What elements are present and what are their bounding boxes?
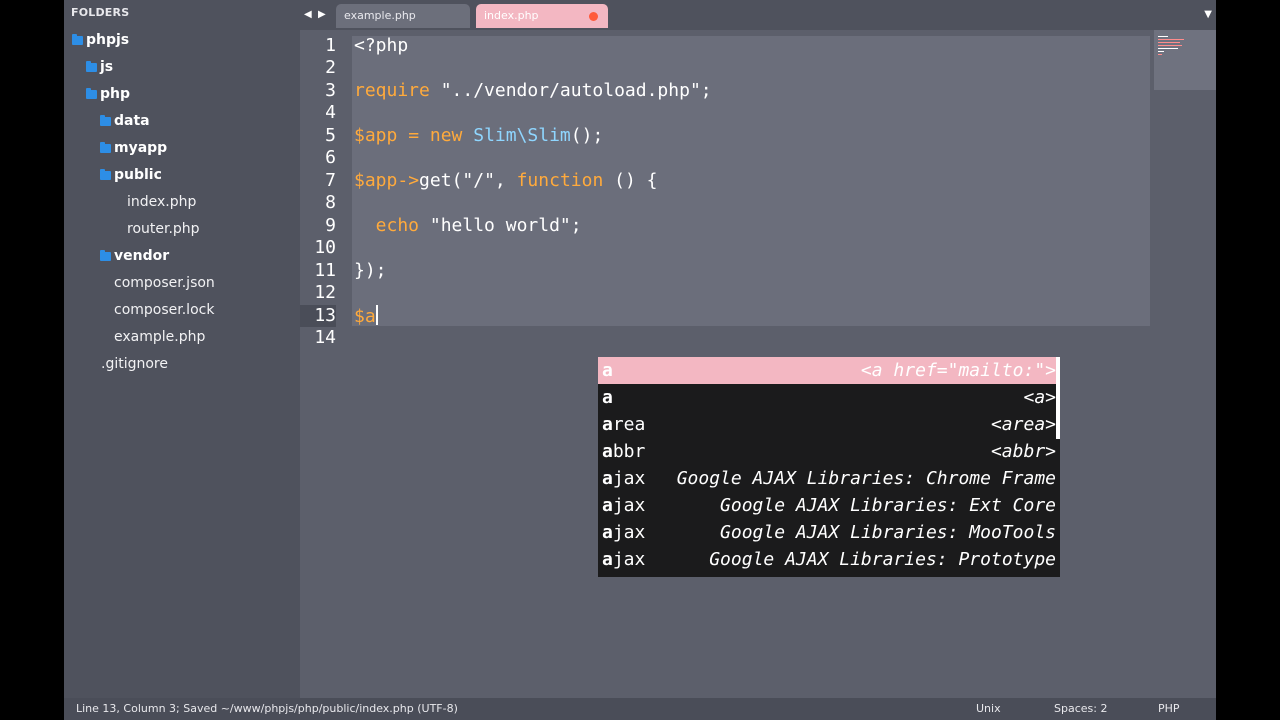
status-line-endings[interactable]: Unix [976,698,1001,720]
status-syntax[interactable]: PHP [1158,698,1180,720]
autocomplete-item[interactable]: ajax Google AJAX Libraries: MooTools [598,519,1060,546]
sidebar-item-composer-lock[interactable]: composer.lock [114,299,214,321]
letterbox-right [1216,0,1280,720]
letterbox-left [0,0,64,720]
tab-dirty-close-icon[interactable] [589,12,598,21]
line-number: 6 [325,147,336,168]
line-number: 9 [325,215,336,236]
tab-index-php[interactable]: index.php [476,4,608,28]
minimap-line [1158,36,1168,37]
code-line-1: <?php [354,35,409,56]
minimap-line [1158,48,1178,49]
minimap[interactable] [1154,30,1216,90]
sublime-window: FOLDERS phpjs js php data myapp public i… [64,0,1216,720]
sidebar-item-index-php[interactable]: index.php [127,191,196,213]
autocomplete-item[interactable]: a <a> [598,384,1060,411]
tab-bar: ◀ ▶ example.php index.php ▼ [300,0,1216,30]
sidebar: FOLDERS phpjs js php data myapp public i… [64,0,300,698]
status-indentation[interactable]: Spaces: 2 [1054,698,1107,720]
sidebar-item-myapp[interactable]: myapp [100,137,167,159]
folder-icon [100,250,111,261]
minimap-line [1158,39,1184,40]
status-bar: Line 13, Column 3; Saved ~/www/phpjs/php… [64,698,1216,720]
tab-list-chevron-down-icon[interactable]: ▼ [1204,9,1212,20]
tab-example-php[interactable]: example.php [336,4,470,28]
autocomplete-popup[interactable]: a <a href="mailto:"> a <a> area <area> a… [598,357,1060,577]
sidebar-item-js[interactable]: js [86,56,113,78]
folder-icon [100,142,111,153]
code-line-11: }); [354,260,387,281]
autocomplete-scrollbar[interactable] [1056,357,1060,439]
status-position: Line 13, Column 3; Saved ~/www/phpjs/php… [76,702,458,715]
autocomplete-item[interactable]: area <area> [598,411,1060,438]
autocomplete-item[interactable]: ajax Google AJAX Libraries: Ext Core [598,492,1060,519]
sidebar-item-example-php[interactable]: example.php [114,326,205,348]
code-editor[interactable]: 1 2 3 4 5 6 7 8 9 10 11 12 13 14 <?php r… [300,30,1216,698]
minimap-line [1158,42,1180,43]
line-number: 8 [325,192,336,213]
autocomplete-item-selected[interactable]: a <a href="mailto:"> [598,357,1060,384]
line-number: 3 [325,80,336,101]
sidebar-item-phpjs[interactable]: phpjs [72,29,129,51]
line-number: 10 [314,237,336,258]
line-number-current: 13 [300,305,336,327]
line-number: 5 [325,125,336,146]
sidebar-item-php[interactable]: php [86,83,130,105]
line-number: 4 [325,102,336,123]
autocomplete-item[interactable]: abbr <abbr> [598,438,1060,465]
sidebar-item-public[interactable]: public [100,164,162,186]
code-line-9: echo "hello world"; [354,215,582,236]
sidebar-item-data[interactable]: data [100,110,150,132]
code-line-5: $app = new Slim\Slim(); [354,125,604,146]
folder-icon [72,34,83,45]
autocomplete-item[interactable]: ajax Google AJAX Libraries: Prototype [598,546,1060,573]
sidebar-title: FOLDERS [71,6,130,19]
minimap-line [1158,51,1164,52]
autocomplete-item[interactable]: ajax Google AJAX Libraries: Chrome Frame [598,465,1060,492]
sidebar-item-vendor[interactable]: vendor [100,245,169,267]
line-number: 7 [325,170,336,191]
code-line-7: $app->get("/", function () { [354,170,658,191]
line-number: 2 [325,57,336,78]
folder-icon [100,115,111,126]
line-number: 12 [314,282,336,303]
folder-icon [86,61,97,72]
code-line-3: require "../vendor/autoload.php"; [354,80,712,101]
sidebar-item-router-php[interactable]: router.php [127,218,200,240]
text-cursor [375,305,378,325]
code-line-13: $a [354,305,378,327]
line-number: 14 [314,327,336,348]
minimap-line [1158,45,1182,46]
tab-forward-icon[interactable]: ▶ [318,9,326,20]
line-number: 1 [325,35,336,56]
sidebar-item-composer-json[interactable]: composer.json [114,272,215,294]
minimap-line [1158,54,1162,55]
folder-icon [100,169,111,180]
folder-icon [86,88,97,99]
line-number: 11 [314,260,336,281]
tab-back-icon[interactable]: ◀ [304,9,312,20]
sidebar-item-gitignore[interactable]: .gitignore [101,353,168,375]
